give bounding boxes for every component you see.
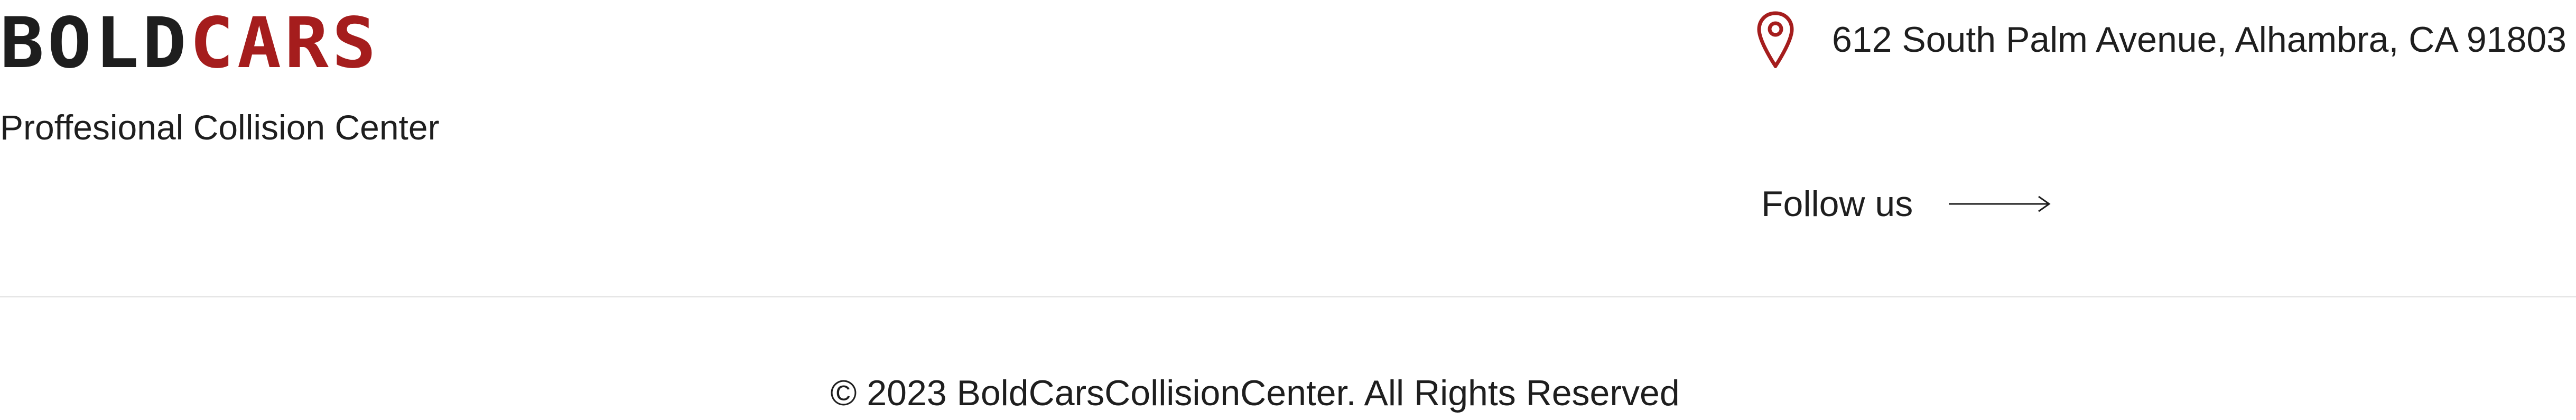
location-pin-icon bbox=[1757, 11, 1794, 68]
address-block: 612 South Palm Avenue, Alhambra, CA 9180… bbox=[1757, 11, 2566, 69]
address-text: 612 South Palm Avenue, Alhambra, CA 9180… bbox=[1832, 20, 2566, 60]
follow-us-label: Follow us bbox=[1761, 184, 1913, 224]
brand-logo[interactable]: BOLD CARS bbox=[0, 3, 379, 84]
arrow-right-icon bbox=[1949, 195, 2051, 212]
footer-section: BOLD CARS Proffesional Collision Center 6… bbox=[0, 0, 2576, 420]
tagline: Proffesional Collision Center bbox=[0, 108, 440, 147]
follow-us-link[interactable]: Follow us bbox=[1761, 178, 2051, 230]
footer-divider bbox=[0, 296, 2576, 297]
logo-text-cars: CARS bbox=[189, 3, 379, 84]
logo-text-bold: BOLD bbox=[0, 3, 190, 84]
copyright-text: © 2023 BoldCarsCollisionCenter. All Righ… bbox=[830, 373, 1680, 413]
